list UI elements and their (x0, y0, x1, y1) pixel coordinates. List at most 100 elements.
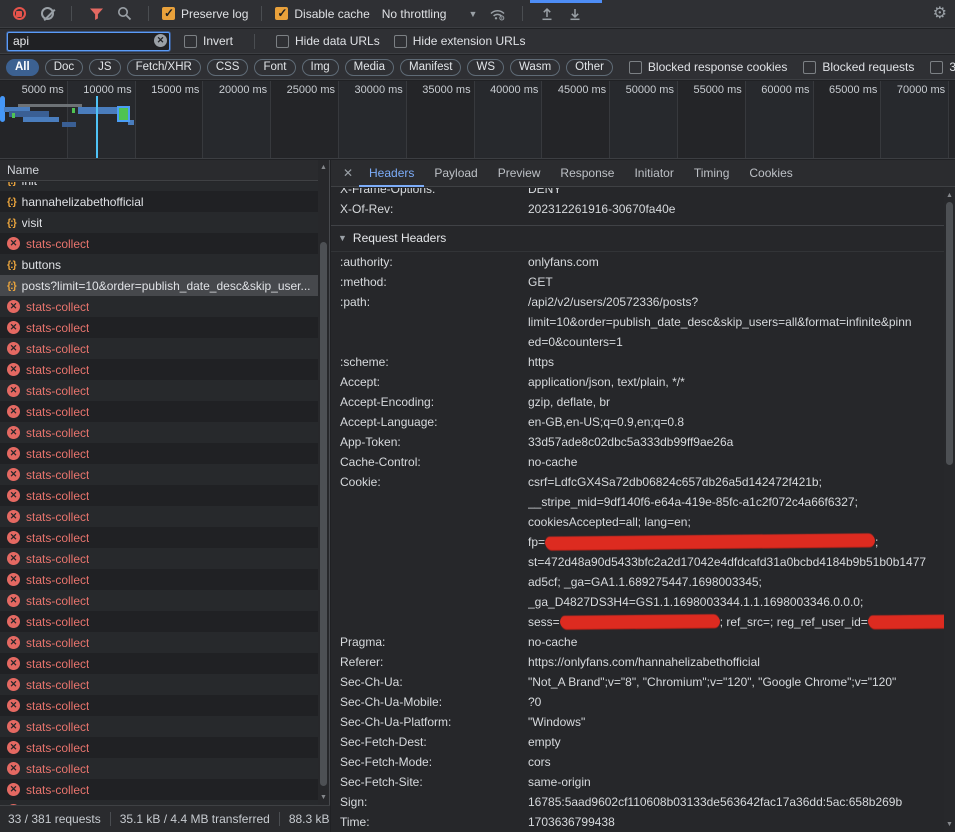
tab-initiator[interactable]: Initiator (624, 160, 683, 187)
request-row[interactable]: ✕stats-collect (0, 527, 318, 548)
request-row[interactable]: ✕stats-collect (0, 359, 318, 380)
request-row[interactable]: ✕stats-collect (0, 695, 318, 716)
error-icon: ✕ (7, 321, 20, 334)
checkbox-unchecked-icon (184, 35, 197, 48)
filter-input[interactable] (7, 32, 170, 51)
scroll-up-icon[interactable]: ▲ (944, 190, 955, 201)
filter-toggle-button[interactable] (85, 3, 107, 25)
network-toolbar: Preserve log Disable cache No throttling… (0, 0, 955, 28)
clear-filter-icon[interactable]: ✕ (154, 34, 167, 47)
request-row[interactable]: ✕stats-collect (0, 611, 318, 632)
request-row[interactable]: ✕stats-collect (0, 569, 318, 590)
filter-pill-ws[interactable]: WS (467, 59, 504, 76)
filter-pill-js[interactable]: JS (89, 59, 120, 76)
request-row[interactable]: ✕stats-collect (0, 653, 318, 674)
disable-cache-checkbox[interactable]: Disable cache (275, 7, 369, 21)
request-row[interactable]: ✕stats-collect (0, 779, 318, 800)
request-row[interactable]: ✕stats-collect (0, 443, 318, 464)
request-headers-section-header[interactable]: ▼ Request Headers (331, 225, 944, 252)
filter-pill-img[interactable]: Img (302, 59, 339, 76)
name-column-header[interactable]: Name (0, 160, 329, 181)
preserve-log-checkbox[interactable]: Preserve log (162, 7, 248, 21)
request-row[interactable]: ✕stats-collect (0, 737, 318, 758)
overview-column: 15000 ms (136, 81, 204, 158)
request-name: stats-collect (26, 489, 89, 503)
request-row[interactable]: {:}visit (0, 212, 318, 233)
throttling-dropdown[interactable]: No throttling ▼ (382, 7, 478, 21)
import-har-button[interactable] (536, 3, 558, 25)
request-list-scrollbar[interactable]: ▲ ▼ (318, 160, 329, 805)
request-row[interactable]: ✕stats-collect (0, 716, 318, 737)
request-row[interactable]: ✕stats-collect (0, 485, 318, 506)
request-row[interactable]: {:}buttons (0, 254, 318, 275)
filter-pill-doc[interactable]: Doc (45, 59, 83, 76)
transferred-size: 35.1 kB / 4.4 MB transferred (120, 812, 270, 826)
filter-pill-other[interactable]: Other (566, 59, 613, 76)
scrollbar-thumb[interactable] (320, 242, 327, 786)
tab-timing[interactable]: Timing (684, 160, 740, 187)
request-row[interactable]: {:}posts?limit=10&order=publish_date_des… (0, 275, 318, 296)
scroll-up-icon[interactable]: ▲ (318, 162, 329, 173)
close-details-button[interactable]: ✕ (339, 166, 357, 180)
request-row[interactable]: ✕stats-collect (0, 632, 318, 653)
filter-pill-wasm[interactable]: Wasm (510, 59, 560, 76)
request-row[interactable]: {:}hannahelizabethofficial (0, 191, 318, 212)
hide-extension-urls-checkbox[interactable]: Hide extension URLs (394, 34, 526, 48)
tab-cookies[interactable]: Cookies (739, 160, 802, 187)
filter-pill-all[interactable]: All (6, 59, 39, 76)
request-row[interactable]: ✕stats-collect (0, 548, 318, 569)
clear-button[interactable] (36, 3, 58, 25)
export-har-button[interactable] (564, 3, 586, 25)
scroll-down-icon[interactable]: ▼ (944, 819, 955, 830)
scroll-down-icon[interactable]: ▼ (318, 792, 329, 803)
gear-icon: ⚙ (933, 5, 947, 22)
network-overview[interactable]: 5000 ms10000 ms15000 ms20000 ms25000 ms3… (0, 81, 955, 159)
request-row[interactable]: ✕stats-collect (0, 401, 318, 422)
request-row[interactable]: ✕stats-collect (0, 464, 318, 485)
overview-column: 55000 ms (678, 81, 746, 158)
header-value-line: "Windows" (528, 712, 944, 732)
request-row[interactable]: ✕stats-collect (0, 338, 318, 359)
tab-headers[interactable]: Headers (359, 160, 424, 187)
search-button[interactable] (113, 3, 135, 25)
request-row[interactable]: ✕stats-collect (0, 296, 318, 317)
header-value: https://onlyfans.com/hannahelizabethoffi… (528, 652, 944, 672)
checkbox-label: Blocked requests (822, 60, 914, 74)
header-value-line: 33d57ade8c02dbc5a333db99ff9ae26a (528, 432, 944, 452)
json-icon: {:} (7, 196, 16, 208)
error-icon: ✕ (7, 468, 20, 481)
filter-pill-manifest[interactable]: Manifest (400, 59, 461, 76)
headers-view: X-Frame-Options:DENYX-Of-Rev:20231226191… (331, 188, 944, 832)
request-row[interactable]: ✕stats-collect (0, 380, 318, 401)
filter-pill-fetch-xhr[interactable]: Fetch/XHR (127, 59, 201, 76)
header-value: 33d57ade8c02dbc5a333db99ff9ae26a (528, 432, 944, 452)
details-scrollbar[interactable]: ▲ ▼ (944, 188, 955, 832)
tab-response[interactable]: Response (550, 160, 624, 187)
invert-checkbox[interactable]: Invert (184, 34, 233, 48)
filter-pill-font[interactable]: Font (254, 59, 295, 76)
scrollbar-thumb[interactable] (946, 202, 953, 465)
record-button[interactable] (8, 3, 30, 25)
request-name: stats-collect (26, 510, 89, 524)
tab-preview[interactable]: Preview (488, 160, 551, 187)
filter-pill-media[interactable]: Media (345, 59, 394, 76)
request-row[interactable]: {:}init (0, 182, 318, 191)
request-row[interactable]: ✕stats-collect (0, 674, 318, 695)
request-row[interactable]: ✕stats-collect (0, 233, 318, 254)
checkbox-3rd-party-requests[interactable]: 3rd-party requests (930, 60, 955, 74)
header-value: /api2/v2/users/20572336/posts?limit=10&o… (528, 292, 944, 352)
hide-data-urls-checkbox[interactable]: Hide data URLs (276, 34, 380, 48)
checkbox-blocked-requests[interactable]: Blocked requests (803, 60, 914, 74)
request-row[interactable]: ✕stats-collect (0, 758, 318, 779)
tab-payload[interactable]: Payload (424, 160, 487, 187)
filter-pill-css[interactable]: CSS (207, 59, 249, 76)
request-row[interactable]: ✕stats-collect (0, 422, 318, 443)
header-value: 202312261916-30670fa40e (528, 199, 944, 219)
request-row[interactable]: ✕stats-collect (0, 506, 318, 527)
request-row[interactable]: ✕stats-collect (0, 590, 318, 611)
checkbox-blocked-response-cookies[interactable]: Blocked response cookies (629, 60, 787, 74)
settings-button[interactable]: ⚙ (933, 6, 947, 22)
download-icon (568, 7, 582, 21)
request-row[interactable]: ✕stats-collect (0, 317, 318, 338)
network-conditions-button[interactable] (487, 3, 509, 25)
